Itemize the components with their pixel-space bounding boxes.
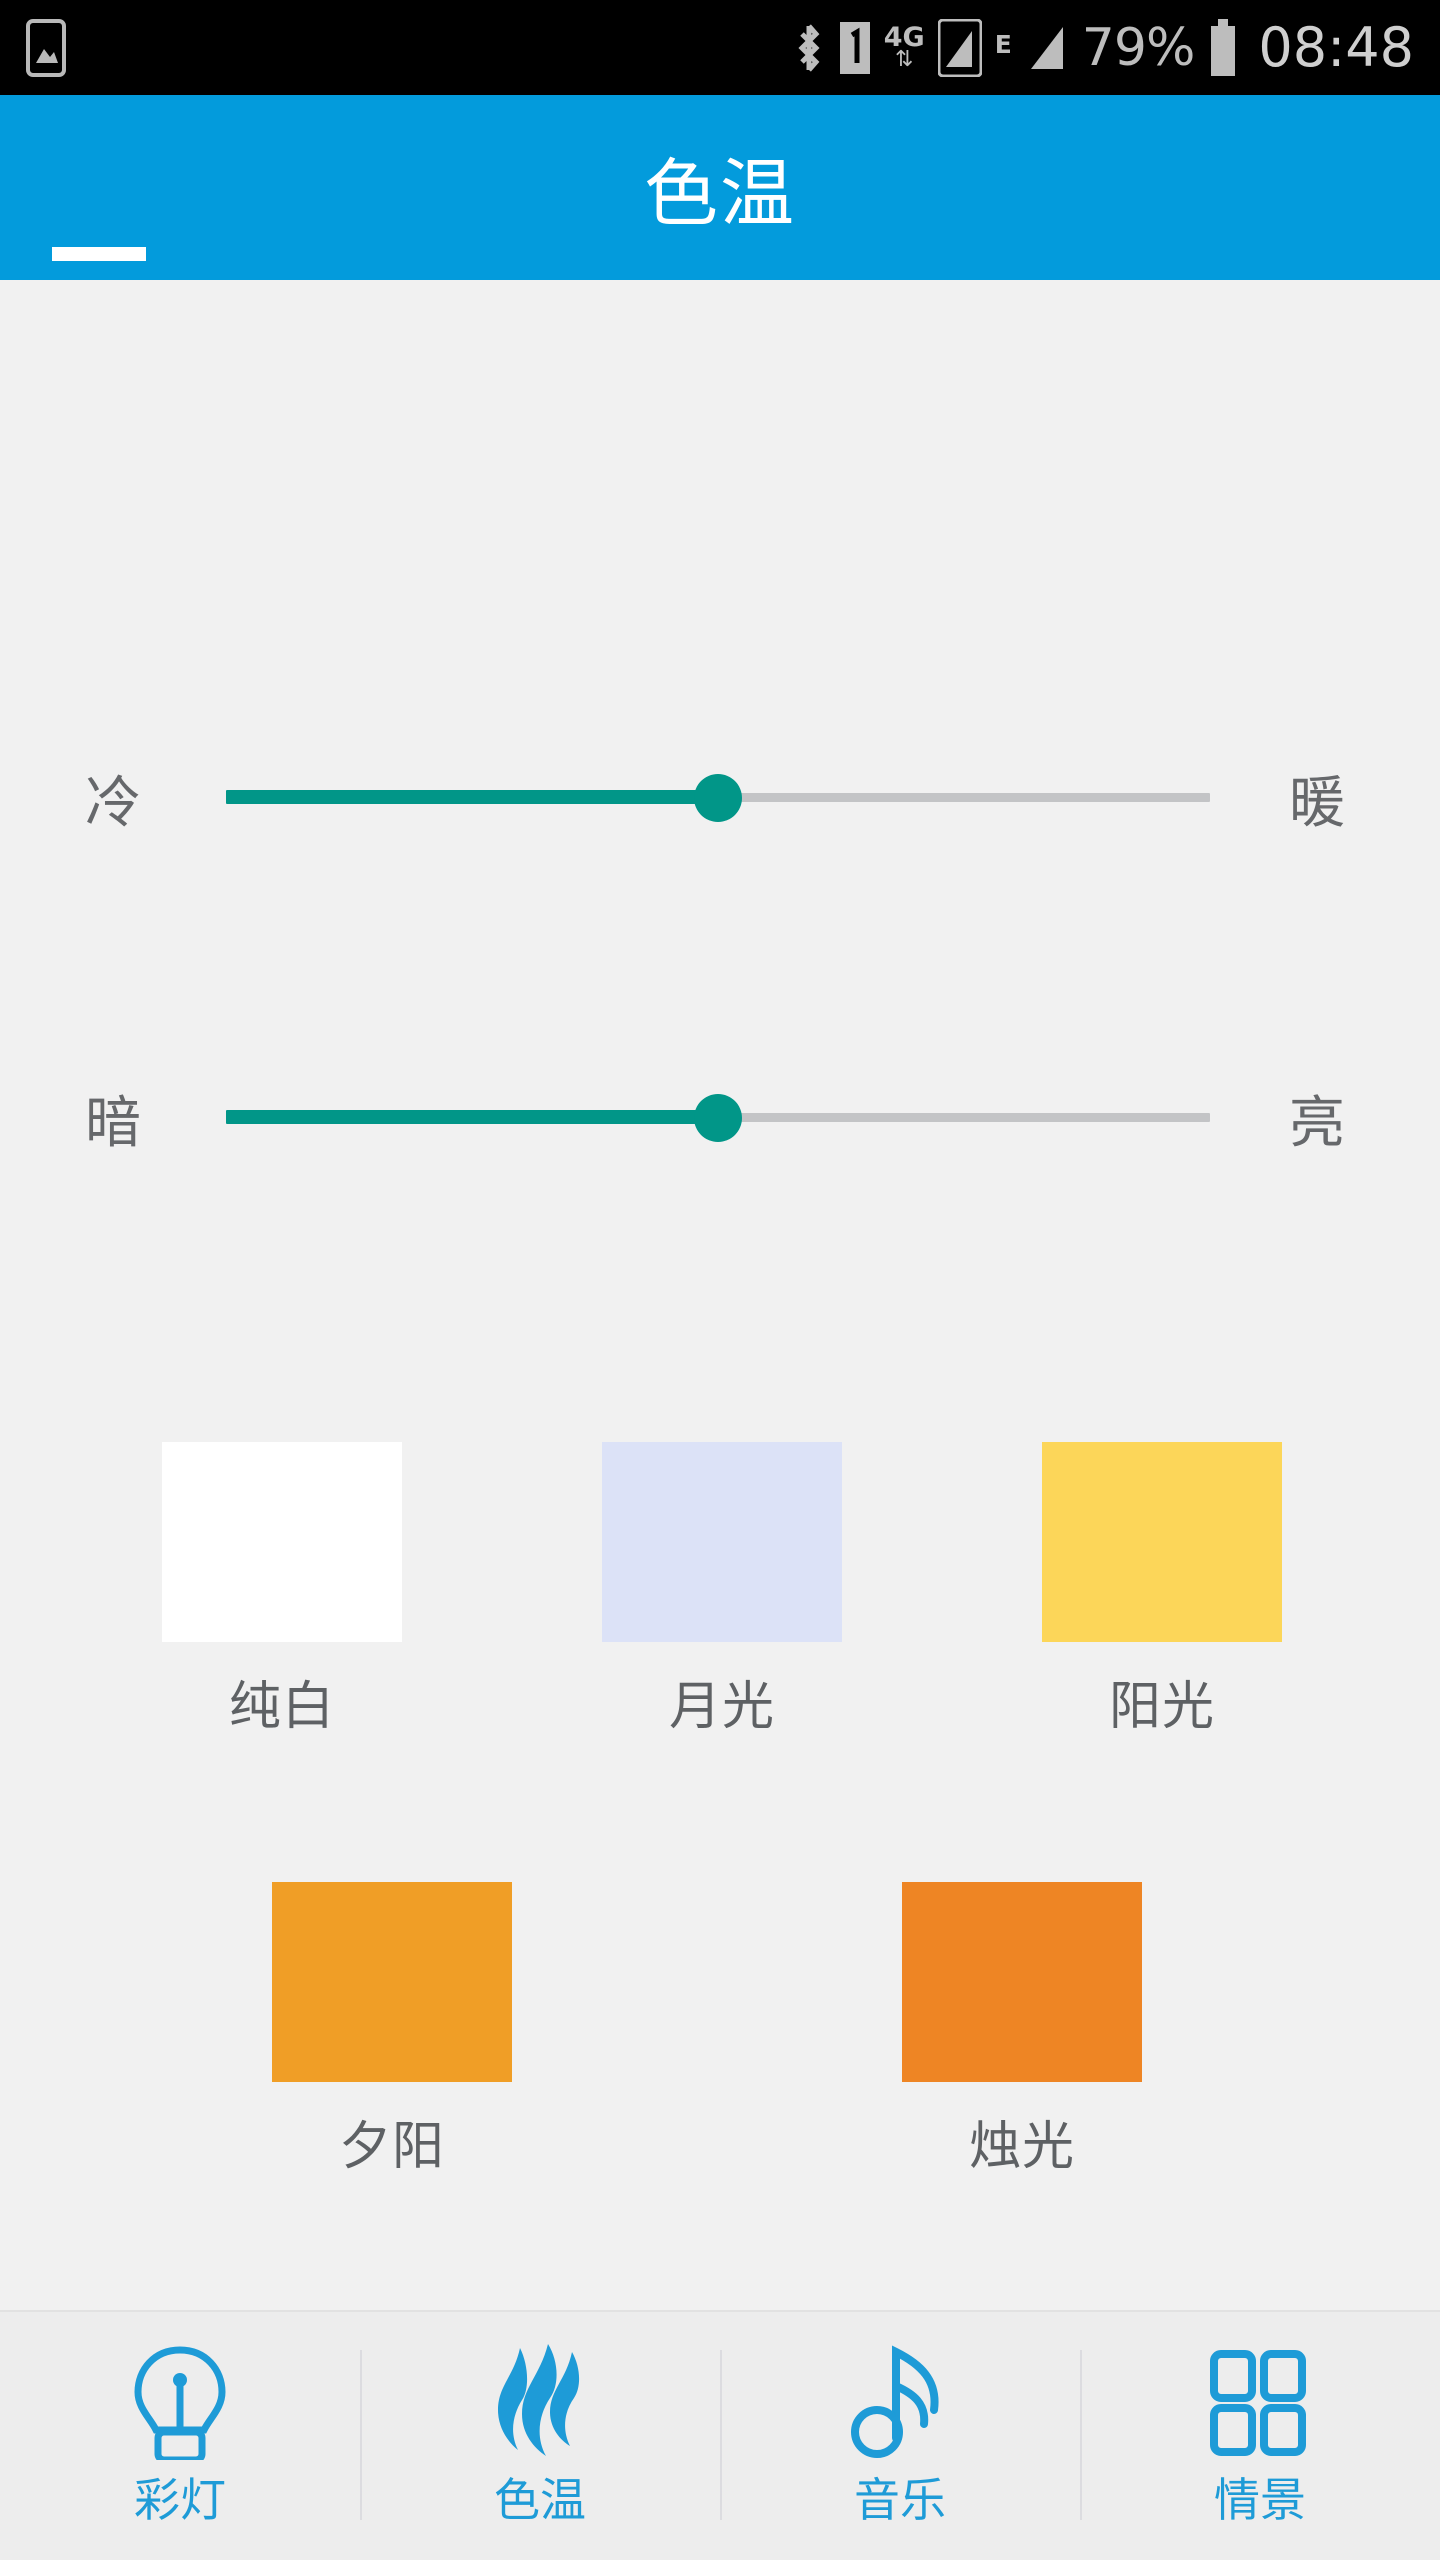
preset-swatch-row-2: 夕阳 烛光 [0, 1882, 1440, 2179]
nav-tab-color-temperature[interactable]: 色温 [360, 2312, 720, 2560]
swatch-color-box[interactable] [1042, 1442, 1282, 1642]
preset-swatch-pure-white[interactable]: 纯白 [162, 1442, 402, 1739]
slider-row-color-temperature: 冷 暖 [0, 738, 1440, 858]
brightness-slider[interactable] [226, 1058, 1210, 1178]
bluetooth-icon [792, 20, 826, 76]
sim-1-icon [839, 21, 871, 75]
slider-track-fill [226, 1110, 718, 1124]
slider-thumb[interactable] [694, 774, 742, 822]
swatch-label: 纯白 [228, 1677, 335, 1737]
swatch-color-box[interactable] [162, 1442, 402, 1642]
preset-swatch-candlelight[interactable]: 烛光 [902, 1882, 1142, 2179]
swatch-color-box[interactable] [272, 1882, 512, 2082]
slider-label-dark: 暗 [85, 1090, 141, 1156]
slider-row-brightness: 暗 亮 [0, 1058, 1440, 1178]
grid-squares-icon [1204, 2342, 1316, 2460]
slider-label-warm: 暖 [1289, 770, 1345, 836]
swatch-color-box[interactable] [602, 1442, 842, 1642]
gallery-image-icon [26, 18, 66, 77]
flame-icon [484, 2342, 596, 2460]
slider-track-fill [226, 790, 718, 804]
swatch-label: 夕阳 [338, 2117, 445, 2177]
music-note-icon [844, 2342, 956, 2460]
battery-percent-label: 79% [1081, 17, 1196, 78]
edge-network-icon: E [994, 30, 1012, 59]
preset-swatch-moonlight[interactable]: 月光 [602, 1442, 842, 1739]
mobile-data-4g-icon: 4G ⇅ [883, 22, 925, 72]
preset-swatch-sunset[interactable]: 夕阳 [272, 1882, 512, 2179]
nav-tab-label: 色温 [494, 2473, 586, 2527]
preset-swatch-sunlight[interactable]: 阳光 [1042, 1442, 1282, 1739]
preset-swatch-row-1: 纯白 月光 阳光 [0, 1442, 1440, 1739]
slider-label-bright: 亮 [1289, 1090, 1345, 1156]
nav-tab-scene[interactable]: 情景 [1080, 2312, 1440, 2560]
slider-thumb[interactable] [694, 1094, 742, 1142]
status-bar-clock: 08:48 [1258, 16, 1414, 79]
app-bar: 色温 [0, 95, 1440, 343]
page-title: 色温 [644, 151, 796, 237]
swatch-label: 月光 [668, 1677, 775, 1737]
main-content: 冷 暖 暗 亮 纯白 月光 阳光 夕阳 烛光 [0, 280, 1440, 2280]
swatch-label: 阳光 [1108, 1677, 1215, 1737]
nav-tab-label: 音乐 [854, 2473, 946, 2527]
status-bar-right-icons: 4G ⇅ E 79% 08:48 [792, 16, 1440, 79]
swatch-label: 烛光 [968, 2117, 1075, 2177]
bottom-navigation-bar: 彩灯 色温 音乐 情景 [0, 2310, 1440, 2560]
lightbulb-icon [124, 2342, 236, 2460]
color-temperature-slider[interactable] [226, 738, 1210, 858]
slider-label-cold: 冷 [85, 770, 141, 836]
nav-tab-music[interactable]: 音乐 [720, 2312, 1080, 2560]
status-bar-left-icons [0, 18, 66, 77]
signal-bars-sim2-icon [1025, 19, 1069, 77]
nav-tab-color-lamp[interactable]: 彩灯 [0, 2312, 360, 2560]
swatch-color-box[interactable] [902, 1882, 1142, 2082]
signal-bars-sim1-icon [937, 18, 982, 77]
battery-icon [1207, 18, 1239, 77]
status-bar: 4G ⇅ E 79% 08:48 [0, 0, 1440, 95]
nav-tab-label: 彩灯 [134, 2473, 226, 2527]
nav-tab-label: 情景 [1214, 2473, 1306, 2527]
